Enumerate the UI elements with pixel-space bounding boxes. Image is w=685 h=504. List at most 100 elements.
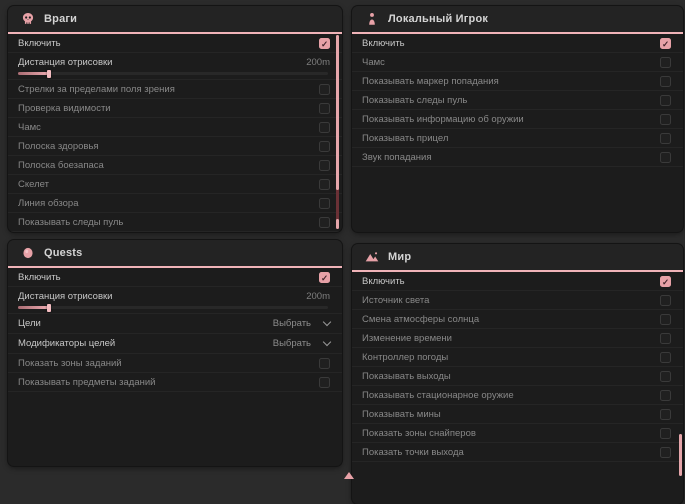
scroll-indicator-triangle xyxy=(344,472,354,479)
checkbox-checked[interactable]: ✓ xyxy=(660,38,671,49)
setting-row[interactable]: Показать зоны снайперов xyxy=(352,424,683,443)
checkbox[interactable] xyxy=(660,333,671,344)
setting-row[interactable]: Полоска боезапаса xyxy=(8,156,342,175)
setting-row[interactable]: Включить✓ xyxy=(352,272,683,291)
setting-row[interactable]: Контроллер погоды xyxy=(352,348,683,367)
setting-label: Показывать мины xyxy=(362,409,441,420)
setting-label: Полоска здоровья xyxy=(18,141,99,152)
slider-thumb[interactable] xyxy=(47,70,51,78)
setting-row[interactable]: Стрелки за пределами поля зрения xyxy=(8,80,342,99)
checkbox[interactable] xyxy=(660,152,671,163)
panel-world-header[interactable]: Мир xyxy=(352,244,683,272)
checkbox[interactable] xyxy=(319,217,330,228)
panel-local-player-body: Включить ✓ ЧамсПоказывать маркер попадания… xyxy=(352,34,683,167)
checkbox[interactable] xyxy=(319,141,330,152)
dropdown[interactable]: Выбрать xyxy=(273,338,330,349)
checkbox[interactable] xyxy=(660,133,671,144)
checkbox[interactable] xyxy=(319,198,330,209)
setting-row[interactable]: Чамс xyxy=(8,118,342,137)
checkbox[interactable] xyxy=(660,409,671,420)
checkbox[interactable] xyxy=(319,122,330,133)
setting-row[interactable]: Показывать информацию об оружии xyxy=(352,110,683,129)
checkbox-checked[interactable]: ✓ xyxy=(319,272,330,283)
checkbox[interactable] xyxy=(660,447,671,458)
setting-row[interactable]: Скелет xyxy=(8,175,342,194)
checkbox[interactable] xyxy=(660,352,671,363)
checkbox-checked[interactable]: ✓ xyxy=(319,38,330,49)
setting-row[interactable]: Полоска здоровья xyxy=(8,137,342,156)
setting-row[interactable]: Показывать следы пуль xyxy=(8,213,342,232)
setting-row[interactable]: Показать зоны заданий xyxy=(8,354,342,373)
setting-row[interactable]: Включить ✓ xyxy=(352,34,683,53)
setting-row[interactable]: Показывать предметы заданий xyxy=(8,373,342,392)
setting-label: Чамс xyxy=(18,122,41,133)
panel-enemies-body: Включить✓Дистанция отрисовки200m Стрелки … xyxy=(8,34,342,232)
setting-label: Дистанция отрисовки xyxy=(18,291,112,302)
setting-row[interactable]: Дистанция отрисовки200m xyxy=(8,53,342,80)
checkbox[interactable] xyxy=(660,428,671,439)
panel-local-player-header[interactable]: Локальный Игрок xyxy=(352,6,683,34)
setting-row[interactable]: Звук попадания xyxy=(352,148,683,167)
setting-row[interactable]: Показывать стационарное оружие xyxy=(352,386,683,405)
checkbox[interactable] xyxy=(660,114,671,125)
setting-label: Стрелки за пределами поля зрения xyxy=(18,84,175,95)
quests-icon xyxy=(21,246,35,260)
setting-row[interactable]: Показывать следы пуль xyxy=(352,91,683,110)
scrollbar[interactable] xyxy=(679,434,682,476)
setting-label: Показывать прицел xyxy=(362,133,448,144)
checkbox[interactable] xyxy=(319,84,330,95)
checkbox[interactable] xyxy=(319,358,330,369)
checkbox[interactable] xyxy=(660,390,671,401)
panel-quests-header[interactable]: Quests xyxy=(8,240,342,268)
checkbox[interactable] xyxy=(660,57,671,68)
setting-row[interactable]: Источник света xyxy=(352,291,683,310)
setting-row[interactable]: Смена атмосферы солнца xyxy=(352,310,683,329)
setting-label: Включить xyxy=(362,38,405,49)
dropdown[interactable]: Выбрать xyxy=(273,318,330,329)
skull-icon xyxy=(21,12,35,26)
setting-row[interactable]: Чамс xyxy=(352,53,683,72)
setting-label: Показывать выходы xyxy=(362,371,451,382)
slider-track[interactable] xyxy=(18,72,328,75)
slider-fill xyxy=(18,306,49,309)
setting-row[interactable]: Показывать прицел xyxy=(352,129,683,148)
slider-thumb[interactable] xyxy=(47,304,51,312)
setting-row[interactable]: Включить ✓ xyxy=(8,268,342,287)
panel-enemies: Враги Включить✓Дистанция отрисовки200m Ст… xyxy=(8,6,342,232)
setting-row[interactable]: Проверка видимости xyxy=(8,99,342,118)
checkbox-checked[interactable]: ✓ xyxy=(660,276,671,287)
panel-world-body: Включить✓Источник светаСмена атмосферы с… xyxy=(352,272,683,462)
setting-label: Включить xyxy=(18,272,61,283)
checkbox[interactable] xyxy=(660,295,671,306)
checkbox[interactable] xyxy=(319,160,330,171)
setting-row[interactable]: Изменение времени xyxy=(352,329,683,348)
panel-quests: Quests Включить ✓ Дистанция отрисовки 200m Ц… xyxy=(8,240,342,466)
checkbox[interactable] xyxy=(319,103,330,114)
checkbox[interactable] xyxy=(660,314,671,325)
setting-row[interactable]: Показывать мины xyxy=(352,405,683,424)
panel-title: Враги xyxy=(44,13,77,25)
setting-label: Показывать информацию об оружии xyxy=(362,114,524,125)
setting-label: Показывать следы пуль xyxy=(18,217,123,228)
checkbox[interactable] xyxy=(660,371,671,382)
checkbox[interactable] xyxy=(660,76,671,87)
setting-row[interactable]: Включить✓ xyxy=(8,34,342,53)
setting-row[interactable]: Дистанция отрисовки 200m xyxy=(8,287,342,314)
setting-row[interactable]: Показывать выходы xyxy=(352,367,683,386)
setting-label: Полоска боезапаса xyxy=(18,160,104,171)
setting-row[interactable]: ЦелиВыбрать xyxy=(8,314,342,334)
chevron-down-icon xyxy=(323,338,331,346)
checkbox[interactable] xyxy=(319,179,330,190)
setting-row[interactable]: Показывать маркер попадания xyxy=(352,72,683,91)
slider-track[interactable] xyxy=(18,306,328,309)
scrollbar-thumb[interactable] xyxy=(336,35,339,190)
checkbox[interactable] xyxy=(319,377,330,388)
setting-row[interactable]: Показать точки выхода xyxy=(352,443,683,462)
setting-row[interactable]: Линия обзора xyxy=(8,194,342,213)
checkbox[interactable] xyxy=(660,95,671,106)
setting-row[interactable]: Модификаторы целейВыбрать xyxy=(8,334,342,354)
panel-enemies-header[interactable]: Враги xyxy=(8,6,342,34)
scrollbar[interactable] xyxy=(336,35,339,229)
slider-value: 200m xyxy=(306,291,330,302)
setting-label: Показать точки выхода xyxy=(362,447,464,458)
